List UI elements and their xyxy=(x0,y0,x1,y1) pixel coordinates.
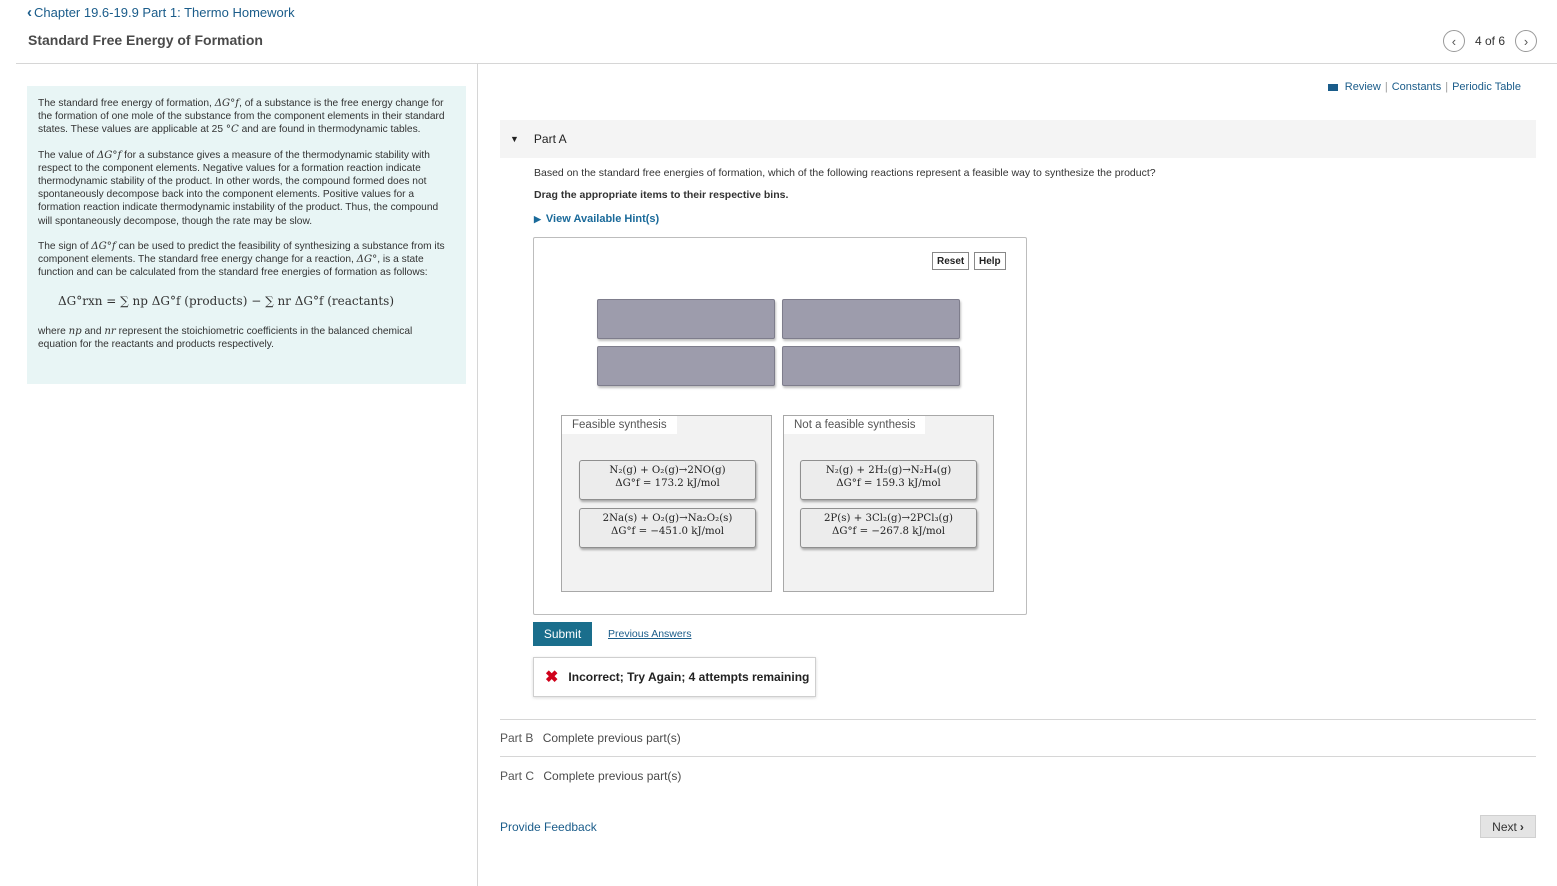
divider xyxy=(500,719,1536,720)
question-text: Based on the standard free energies of f… xyxy=(534,167,1156,179)
caret-down-icon: ▼ xyxy=(510,134,519,144)
next-label: Next xyxy=(1492,819,1517,834)
empty-item-slot[interactable] xyxy=(782,346,960,386)
help-button[interactable]: Help xyxy=(974,252,1006,270)
link-separator: | xyxy=(1445,81,1449,93)
bin-not-feasible-synthesis[interactable]: Not a feasible synthesis N₂(g) + 2H₂(g)→… xyxy=(783,415,994,592)
pager-label: 4 of 6 xyxy=(1474,34,1505,48)
bin-label: Not a feasible synthesis xyxy=(784,416,926,434)
part-b-row[interactable]: Part B Complete previous part(s) xyxy=(500,731,681,745)
constants-link[interactable]: Constants xyxy=(1392,81,1442,93)
provide-feedback-link[interactable]: Provide Feedback xyxy=(500,820,597,834)
reset-button[interactable]: Reset xyxy=(932,252,970,270)
reaction-item[interactable]: N₂(g) + O₂(g)→2NO(g) ΔG°f = 173.2 kJ/mol xyxy=(579,460,756,500)
book-icon xyxy=(1327,83,1338,91)
bin-feasible-synthesis[interactable]: Feasible synthesis N₂(g) + O₂(g)→2NO(g) … xyxy=(561,415,772,592)
feedback-message: ✖ Incorrect; Try Again; 4 attempts remai… xyxy=(533,657,816,697)
part-b-label: Part B xyxy=(500,731,534,745)
part-c-row[interactable]: Part C Complete previous part(s) xyxy=(500,769,681,783)
part-c-status: Complete previous part(s) xyxy=(543,769,682,783)
free-energy-equation: ΔG°rxn = ∑ np ΔG°f (products) − ∑ nr ΔG°… xyxy=(57,294,394,309)
next-button[interactable]: Next › xyxy=(1480,815,1536,838)
intro-paragraph-4: where np and nr represent the stoichiome… xyxy=(38,325,413,350)
previous-item-button[interactable]: ‹ xyxy=(1442,30,1465,52)
hint-toggle[interactable]: ▶ View Available Hint(s) xyxy=(534,213,659,225)
instruction-text: Drag the appropriate items to their resp… xyxy=(534,189,789,201)
header-divider xyxy=(16,63,1557,64)
previous-answers-link[interactable]: Previous Answers xyxy=(608,628,691,640)
empty-item-slot[interactable] xyxy=(782,299,960,339)
part-a-header[interactable]: ▼ Part A xyxy=(500,120,1536,158)
intro-paragraph-3: The sign of ΔG°f can be used to predict … xyxy=(38,240,445,279)
drag-drop-area: Reset Help Feasible synthesis N₂(g) + O₂… xyxy=(533,237,1027,615)
bin-label: Feasible synthesis xyxy=(562,416,677,434)
submit-button[interactable]: Submit xyxy=(533,622,592,646)
intro-panel: The standard free energy of formation, Δ… xyxy=(27,86,466,384)
incorrect-x-icon: ✖ xyxy=(545,669,559,686)
feedback-text: Incorrect; Try Again; 4 attempts remaini… xyxy=(568,670,810,684)
intro-paragraph-1: The standard free energy of formation, Δ… xyxy=(38,98,445,136)
page-title: Standard Free Energy of Formation xyxy=(28,32,263,48)
next-item-button[interactable]: › xyxy=(1515,30,1537,52)
breadcrumb-link[interactable]: ‹ Chapter 19.6-19.9 Part 1: Thermo Homew… xyxy=(27,4,295,21)
periodic-table-link[interactable]: Periodic Table xyxy=(1452,81,1521,93)
link-separator: | xyxy=(1384,81,1388,93)
chevron-left-icon: ‹ xyxy=(27,4,32,21)
empty-item-slot[interactable] xyxy=(597,346,775,386)
review-link[interactable]: Review xyxy=(1345,81,1381,93)
reaction-item[interactable]: 2P(s) + 3Cl₂(g)→2PCl₃(g) ΔG°f = −267.8 k… xyxy=(800,508,977,548)
caret-right-icon: ▶ xyxy=(534,214,541,224)
part-b-status: Complete previous part(s) xyxy=(542,731,681,745)
pager: ‹ 4 of 6 › xyxy=(1442,30,1537,52)
reaction-item[interactable]: N₂(g) + 2H₂(g)→N₂H₄(g) ΔG°f = 159.3 kJ/m… xyxy=(800,460,977,500)
intro-paragraph-2: The value of ΔG°f for a substance gives … xyxy=(38,149,439,227)
part-a-label: Part A xyxy=(533,132,567,146)
part-c-label: Part C xyxy=(500,769,535,783)
resource-links: Review | Constants | Periodic Table xyxy=(1327,81,1521,93)
empty-item-slot[interactable] xyxy=(597,299,775,339)
reaction-item[interactable]: 2Na(s) + O₂(g)→Na₂O₂(s) ΔG°f = −451.0 kJ… xyxy=(579,508,756,548)
chevron-right-icon: › xyxy=(1519,819,1524,834)
breadcrumb-label: Chapter 19.6-19.9 Part 1: Thermo Homewor… xyxy=(34,5,295,20)
column-divider xyxy=(477,64,478,886)
divider xyxy=(500,756,1536,757)
